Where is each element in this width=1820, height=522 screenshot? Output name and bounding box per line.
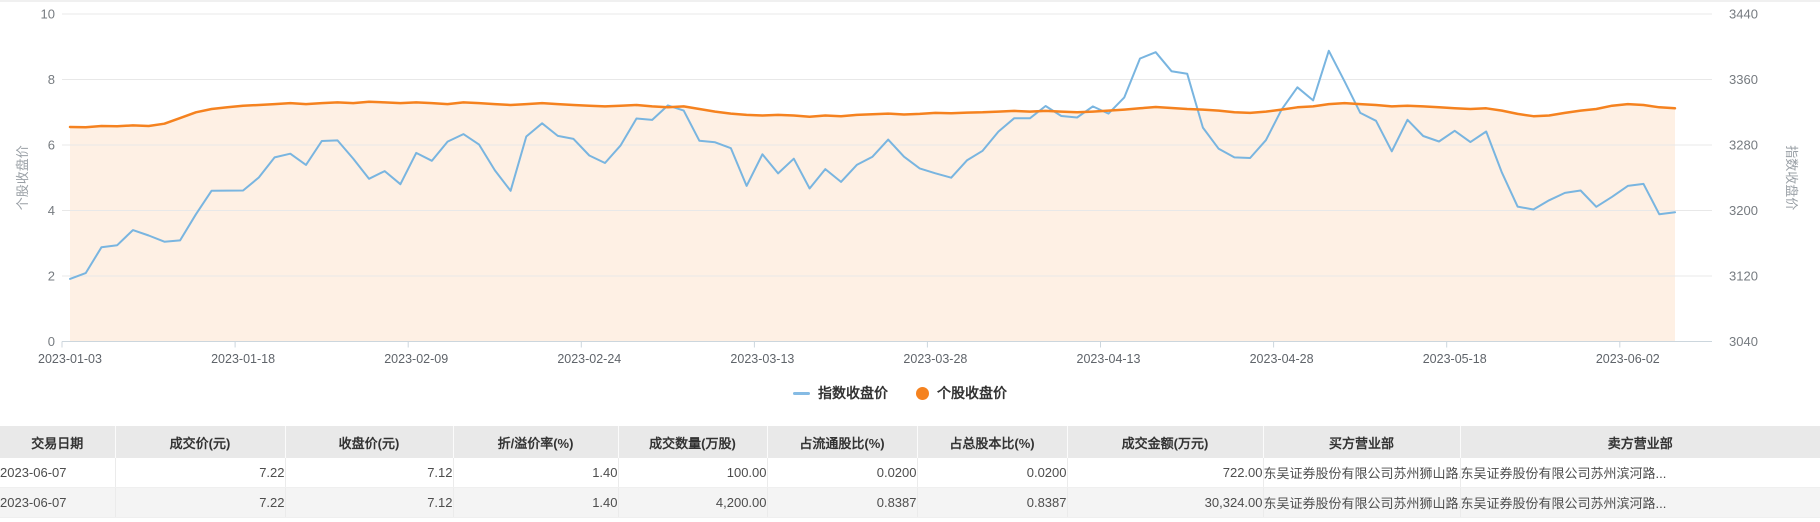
- svg-text:个股收盘价: 个股收盘价: [15, 145, 30, 210]
- legend-item-index-close[interactable]: 指数收盘价: [793, 383, 888, 403]
- cell-amount: 722.00: [1067, 458, 1263, 488]
- legend-label: 指数收盘价: [818, 383, 888, 403]
- block-trade-page: 2023-01-03 2023-01-18 2023-02-09 2023-02-24…: [0, 0, 1820, 522]
- svg-text:3040: 3040: [1729, 334, 1758, 349]
- cell-volume: 4,200.00: [618, 488, 767, 518]
- cell-volume: 100.00: [618, 458, 767, 488]
- svg-text:2023-04-28: 2023-04-28: [1250, 352, 1314, 366]
- svg-text:2023-03-13: 2023-03-13: [730, 352, 794, 366]
- svg-text:2023-03-28: 2023-03-28: [903, 352, 967, 366]
- svg-text:3280: 3280: [1729, 138, 1758, 153]
- legend-label: 个股收盘价: [937, 383, 1007, 403]
- column-header-volume: 成交数量(万股): [618, 426, 767, 458]
- svg-text:3200: 3200: [1729, 203, 1758, 218]
- cell-close-price: 7.12: [285, 488, 453, 518]
- svg-text:2023-06-02: 2023-06-02: [1596, 352, 1660, 366]
- column-header-seller-branch: 卖方营业部: [1460, 426, 1820, 458]
- cell-deal-price: 7.22: [115, 488, 285, 518]
- column-header-total-ratio: 占总股本比(%): [917, 426, 1067, 458]
- column-header-buyer-branch: 买方营业部: [1263, 426, 1460, 458]
- column-header-trade-date: 交易日期: [0, 426, 115, 458]
- svg-text:3360: 3360: [1729, 72, 1758, 87]
- cell-buyer-branch: 东吴证券股份有限公司苏州狮山路...: [1263, 458, 1460, 488]
- column-header-float-ratio: 占流通股比(%): [767, 426, 917, 458]
- cell-float-ratio: 0.0200: [767, 458, 917, 488]
- svg-text:2023-05-18: 2023-05-18: [1423, 352, 1487, 366]
- cell-amount: 30,324.00: [1067, 488, 1263, 518]
- line-series-marker-icon: [793, 392, 810, 395]
- cell-total-ratio: 0.0200: [917, 458, 1067, 488]
- cell-premium-rate: 1.40: [453, 488, 618, 518]
- svg-text:2023-02-24: 2023-02-24: [557, 352, 621, 366]
- chart-legend: 指数收盘价 个股收盘价: [793, 383, 1007, 403]
- svg-text:2023-01-18: 2023-01-18: [211, 352, 275, 366]
- cell-seller-branch: 东吴证券股份有限公司苏州滨河路...: [1460, 488, 1820, 518]
- table-row: 2023-06-07 7.22 7.12 1.40 4,200.00 0.838…: [0, 488, 1820, 518]
- legend-item-stock-close[interactable]: 个股收盘价: [916, 383, 1007, 403]
- svg-text:6: 6: [48, 138, 55, 153]
- svg-text:3440: 3440: [1729, 7, 1758, 22]
- svg-text:指数收盘价: 指数收盘价: [1784, 145, 1799, 210]
- svg-text:10: 10: [41, 7, 55, 22]
- table-header-row: 交易日期 成交价(元) 收盘价(元) 折/溢价率(%) 成交数量(万股) 占流通…: [0, 426, 1820, 458]
- column-header-deal-price: 成交价(元): [115, 426, 285, 458]
- svg-text:3120: 3120: [1729, 269, 1758, 284]
- column-header-amount: 成交金额(万元): [1067, 426, 1263, 458]
- svg-text:4: 4: [48, 203, 55, 218]
- circle-series-marker-icon: [916, 387, 929, 400]
- svg-text:8: 8: [48, 72, 55, 87]
- svg-text:2023-04-13: 2023-04-13: [1077, 352, 1141, 366]
- cell-trade-date: 2023-06-07: [0, 488, 115, 518]
- svg-text:0: 0: [48, 334, 55, 349]
- cell-buyer-branch: 东吴证券股份有限公司苏州狮山路...: [1263, 488, 1460, 518]
- cell-premium-rate: 1.40: [453, 458, 618, 488]
- svg-text:2023-02-09: 2023-02-09: [384, 352, 448, 366]
- price-index-chart[interactable]: 2023-01-03 2023-01-18 2023-02-09 2023-02-24…: [0, 0, 1820, 375]
- cell-total-ratio: 0.8387: [917, 488, 1067, 518]
- table-row: 2023-06-07 7.22 7.12 1.40 100.00 0.0200 …: [0, 458, 1820, 488]
- cell-trade-date: 2023-06-07: [0, 458, 115, 488]
- svg-text:2023-01-03: 2023-01-03: [38, 352, 102, 366]
- column-header-premium-rate: 折/溢价率(%): [453, 426, 618, 458]
- column-header-close-price: 收盘价(元): [285, 426, 453, 458]
- cell-close-price: 7.12: [285, 458, 453, 488]
- cell-seller-branch: 东吴证券股份有限公司苏州滨河路...: [1460, 458, 1820, 488]
- block-trade-table: 交易日期 成交价(元) 收盘价(元) 折/溢价率(%) 成交数量(万股) 占流通…: [0, 426, 1820, 518]
- cell-deal-price: 7.22: [115, 458, 285, 488]
- cell-float-ratio: 0.8387: [767, 488, 917, 518]
- svg-text:2: 2: [48, 269, 55, 284]
